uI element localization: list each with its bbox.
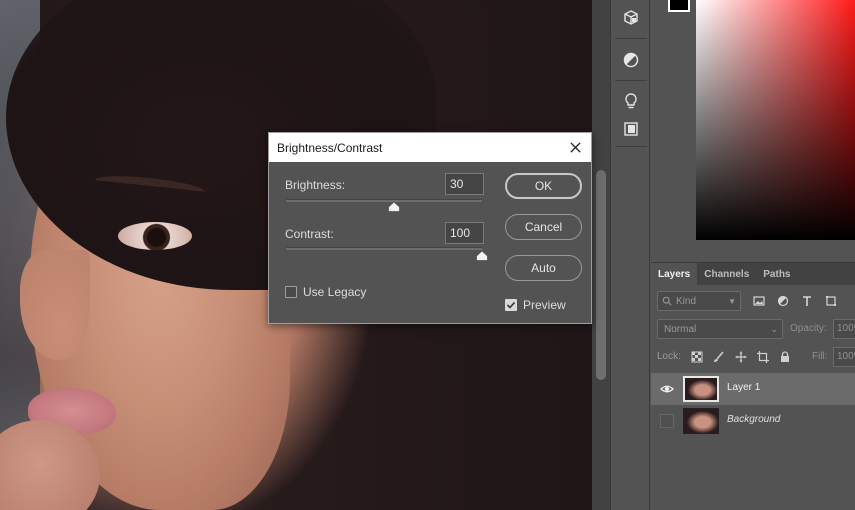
eye-icon[interactable]: [660, 382, 674, 396]
lock-transparency-icon[interactable]: [689, 349, 704, 364]
opacity-label: Opacity:: [790, 323, 827, 334]
lock-icons: [689, 349, 792, 364]
blend-mode-value: Normal: [664, 323, 697, 335]
tab-layers[interactable]: Layers: [651, 263, 698, 285]
layer-thumbnail: [683, 408, 719, 434]
tool-separator: [615, 38, 647, 39]
contrast-input[interactable]: 100: [445, 222, 484, 244]
auto-button[interactable]: Auto: [505, 255, 582, 281]
adjustment-circle-icon[interactable]: [611, 46, 651, 74]
fill-label: Fill:: [812, 351, 828, 362]
photo-eye: [118, 222, 192, 250]
tool-separator: [615, 80, 647, 81]
search-icon: [662, 296, 672, 306]
layer-thumbnail: [683, 376, 719, 402]
type-filter-icon[interactable]: [799, 293, 815, 309]
kind-filter-select[interactable]: Kind ▼: [657, 291, 741, 311]
brightness-slider-thumb[interactable]: [387, 202, 400, 212]
contrast-slider-thumb[interactable]: [476, 251, 488, 261]
shape-filter-icon[interactable]: [823, 293, 839, 309]
brush-icon[interactable]: [711, 349, 726, 364]
layer-name: Layer 1: [727, 382, 761, 393]
lock-label: Lock:: [657, 351, 681, 362]
use-legacy-checkbox[interactable]: [285, 286, 297, 298]
color-field[interactable]: [696, 0, 855, 240]
contrast-slider-track[interactable]: [286, 247, 482, 250]
preview-label: Preview: [523, 298, 566, 312]
use-legacy-label: Use Legacy: [303, 285, 367, 299]
layer-row-background[interactable]: Background: [651, 405, 855, 437]
blend-mode-select[interactable]: Normal ⌄: [657, 319, 783, 339]
canvas-scrollbar-thumb[interactable]: [596, 170, 606, 380]
move-icon[interactable]: [733, 349, 748, 364]
preview-checkbox[interactable]: [505, 299, 517, 311]
kind-filter-label: Kind: [676, 295, 697, 307]
close-icon[interactable]: [567, 139, 583, 155]
lightbulb-icon[interactable]: [611, 87, 651, 115]
brightness-slider-track[interactable]: [286, 199, 482, 202]
library-icon[interactable]: [611, 115, 651, 143]
ok-button[interactable]: OK: [505, 173, 582, 199]
cancel-button[interactable]: Cancel: [505, 214, 582, 240]
tab-paths[interactable]: Paths: [756, 263, 797, 285]
contrast-label: Contrast:: [285, 227, 334, 241]
brightness-label: Brightness:: [285, 178, 346, 192]
layer-row-layer-1[interactable]: Layer 1: [651, 373, 855, 405]
foreground-swatch[interactable]: [668, 0, 690, 12]
brightness-input[interactable]: 30: [445, 173, 484, 195]
brightness-contrast-dialog: Brightness/Contrast Brightness: 30 Contr…: [268, 132, 592, 324]
layer-filter-icons: [751, 293, 839, 309]
opacity-field[interactable]: 100%: [833, 319, 855, 339]
tool-separator: [615, 146, 647, 147]
fill-field[interactable]: 100%: [833, 347, 855, 367]
dialog-title: Brightness/Contrast: [277, 141, 383, 155]
layer-name: Background: [727, 414, 781, 425]
3d-cube-icon[interactable]: [611, 4, 651, 32]
dialog-titlebar[interactable]: Brightness/Contrast: [269, 133, 591, 162]
artboard-icon[interactable]: [755, 349, 770, 364]
chevron-down-icon: ▼: [728, 296, 736, 306]
panel-tabs: Layers Channels Paths: [651, 263, 855, 285]
panel-icon-column: [610, 0, 650, 510]
lock-icon[interactable]: [777, 349, 792, 364]
adjustment-filter-icon[interactable]: [775, 293, 791, 309]
layers-panel: Layers Channels Paths Kind ▼ Normal ⌄ Op…: [651, 262, 855, 510]
chevron-down-icon: ⌄: [770, 324, 778, 334]
image-filter-icon[interactable]: [751, 293, 767, 309]
visibility-toggle[interactable]: [660, 414, 674, 428]
tab-channels[interactable]: Channels: [697, 263, 756, 285]
